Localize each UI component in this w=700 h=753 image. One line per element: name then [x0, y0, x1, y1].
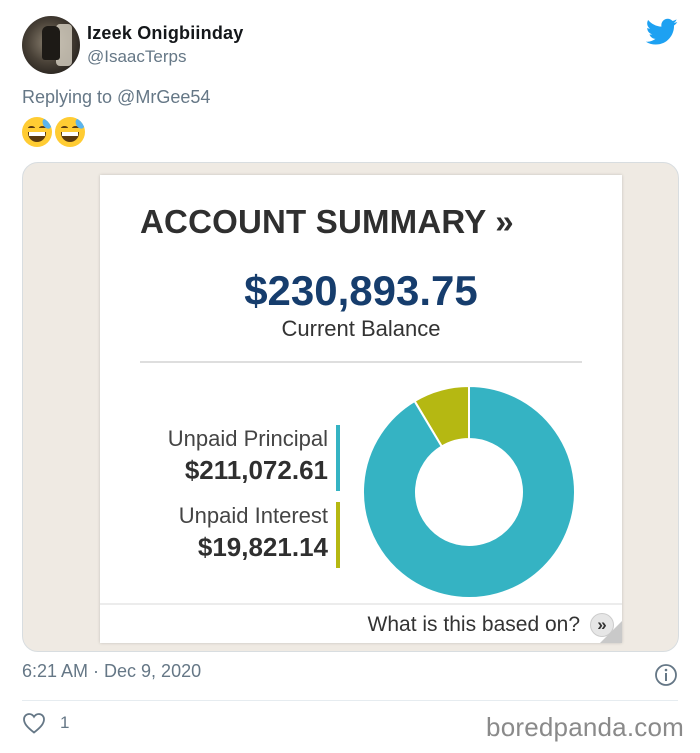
what-is-this-based-on-link[interactable]: What is this based on?: [368, 613, 580, 637]
interest-value: $19,821.14: [197, 532, 328, 562]
avatar-figure: [42, 26, 60, 60]
principal-value: $211,072.61: [184, 455, 328, 485]
twitter-bird-icon[interactable]: [646, 18, 678, 46]
emoji-eye: [61, 126, 68, 130]
account-summary-card: ACCOUNT SUMMARY » $230,893.75 Current Ba…: [100, 175, 622, 643]
tweet-divider: [22, 700, 678, 701]
principal-label: Unpaid Principal: [167, 426, 328, 451]
emoji-eye: [28, 126, 35, 130]
replying-to-text[interactable]: Replying to @MrGee54: [22, 87, 210, 108]
current-balance-label: Current Balance: [281, 316, 441, 341]
tweet-media-image[interactable]: ACCOUNT SUMMARY » $230,893.75 Current Ba…: [22, 162, 679, 652]
interest-color-bar: [336, 502, 340, 568]
account-summary-title[interactable]: ACCOUNT SUMMARY »: [140, 203, 514, 241]
like-count: 1: [60, 713, 70, 732]
emoji-teeth: [62, 132, 78, 136]
heart-icon[interactable]: [22, 712, 46, 734]
legend-interest: Unpaid Interest $19,821.14: [178, 502, 340, 568]
balance-donut-chart: [362, 385, 576, 599]
tweet-timestamp[interactable]: 6:21 AM · Dec 9, 2020: [22, 661, 201, 682]
emoji-teeth: [29, 132, 45, 136]
like-action[interactable]: 1: [22, 712, 69, 734]
interest-label: Unpaid Interest: [178, 503, 328, 528]
card-footer: What is this based on? »: [100, 603, 622, 643]
grinning-sweat-emoji-icon: [55, 117, 85, 147]
author-name[interactable]: Izeek Onigbiinday: [87, 23, 243, 44]
watermark-text: boredpanda.com: [486, 712, 684, 742]
grinning-sweat-emoji-icon: [22, 117, 52, 147]
emoji-row: [22, 117, 85, 147]
principal-color-bar: [336, 425, 340, 491]
tweet-header: Izeek Onigbiinday @IsaacTerps: [22, 16, 682, 76]
page-fold-corner: [600, 621, 622, 643]
info-icon[interactable]: [654, 663, 678, 687]
legend-principal: Unpaid Principal $211,072.61: [167, 425, 340, 491]
author-avatar[interactable]: [22, 16, 80, 74]
author-handle[interactable]: @IsaacTerps: [87, 47, 186, 67]
card-divider: [140, 361, 582, 363]
current-balance-value: $230,893.75: [244, 267, 478, 314]
donut-slice-principal: [362, 385, 576, 599]
